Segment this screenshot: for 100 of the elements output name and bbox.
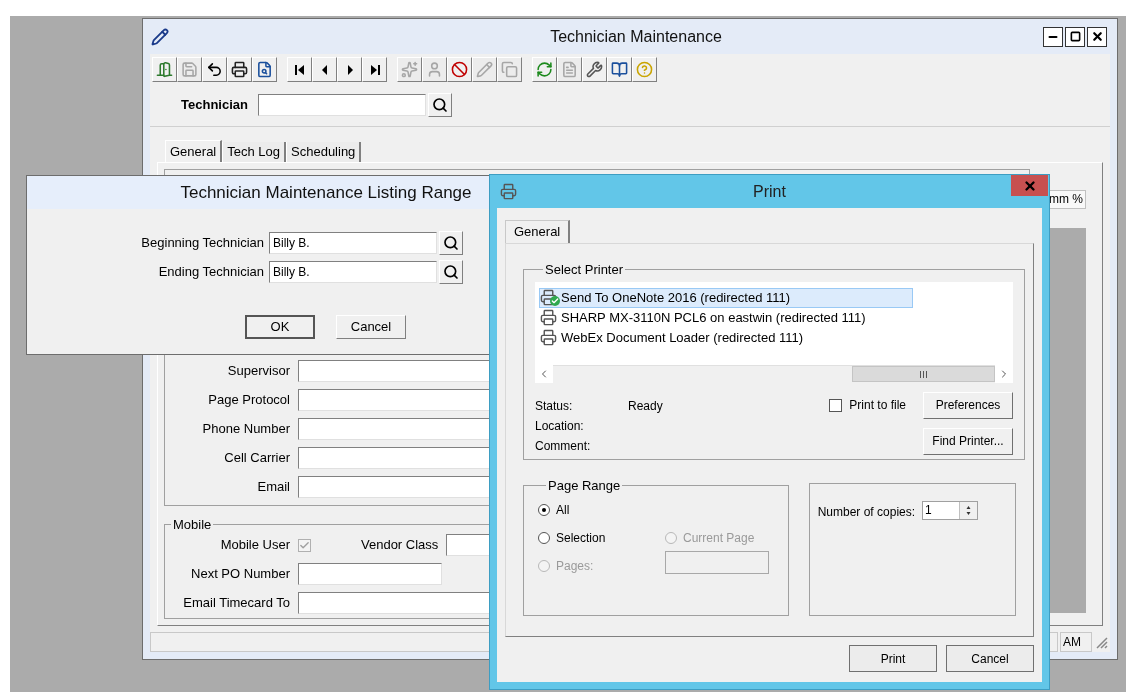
person-icon <box>426 61 443 78</box>
search-icon <box>443 235 459 251</box>
group-title: Select Printer <box>544 261 625 279</box>
dialog-title: Print <box>753 181 786 202</box>
spin-down-icon <box>966 511 972 515</box>
printer-icon <box>500 183 517 200</box>
undo-arrow-icon <box>206 61 223 78</box>
printer-list[interactable]: Send To OneNote 2016 (redirected 111) SHARP MX-3110N PCL6 on eastwin (redirected 111) WebEx Document Loader (redirected 111) <box>535 281 1013 383</box>
scrollbar-thumb[interactable] <box>852 366 995 382</box>
book-icon <box>611 61 628 78</box>
field-label: Next PO Number <box>190 565 290 584</box>
field-label: Email <box>256 477 290 496</box>
field-label: Cell Carrier <box>223 448 290 467</box>
help-icon <box>636 61 653 78</box>
input-field[interactable] <box>298 563 442 585</box>
last-record-icon <box>368 63 381 76</box>
close-icon <box>1022 178 1037 193</box>
printer-name: WebEx Document Loader (redirected 111) <box>561 328 804 347</box>
search-button[interactable] <box>427 92 452 117</box>
field-label: Beginning Technician <box>140 234 264 253</box>
toolbar-button[interactable] <box>287 57 312 82</box>
checkbox-label: Print to file <box>849 397 906 414</box>
info-label: Location: <box>535 417 585 432</box>
group-title: Page Range <box>547 476 622 495</box>
printer-item[interactable]: Send To OneNote 2016 (redirected 111) <box>539 287 913 308</box>
maximize-icon <box>1069 31 1081 42</box>
checkbox[interactable] <box>829 398 843 412</box>
toolbar-button[interactable] <box>607 57 632 82</box>
toolbar-button[interactable] <box>202 57 227 82</box>
radio-label: All <box>556 502 570 519</box>
technician-label: Technician <box>181 95 248 114</box>
tab[interactable]: Tech Log <box>222 142 286 162</box>
field-label: Mobile User <box>219 536 290 555</box>
field-label: Ending Technician <box>157 263 264 282</box>
pages-field[interactable] <box>665 551 769 574</box>
radio-label: Pages: <box>556 558 594 575</box>
search-icon <box>431 96 448 113</box>
status-time: AM <box>1060 632 1092 652</box>
wrench-icon <box>586 61 603 78</box>
resize-grip-icon <box>1094 635 1108 649</box>
pencil-icon <box>476 61 493 78</box>
printer-item[interactable]: SHARP MX-3110N PCL6 on eastwin (redirected 111) <box>539 307 913 328</box>
toolbar-button[interactable] <box>227 57 252 82</box>
field-label: Email Timecard To <box>182 594 290 613</box>
refresh-icon <box>536 61 553 78</box>
save-icon <box>181 61 198 78</box>
dialog-title: Technician Maintenance Listing Range <box>180 181 472 204</box>
field-label: Phone Number <box>201 419 290 438</box>
check-icon <box>299 539 310 551</box>
search-button[interactable] <box>439 260 463 284</box>
maximize-button[interactable] <box>1065 26 1085 47</box>
close-button[interactable] <box>1087 26 1107 47</box>
toolbar-button[interactable] <box>252 57 277 82</box>
field-label: Page Protocol <box>207 390 290 409</box>
copy-icon <box>501 61 518 78</box>
printer-item[interactable]: WebEx Document Loader (redirected 111) <box>539 327 913 348</box>
field-label: Vendor Class <box>361 536 439 555</box>
radio-label: Selection <box>556 530 606 547</box>
radio-button[interactable] <box>538 504 550 516</box>
minimize-button[interactable] <box>1043 26 1063 47</box>
printer-icon <box>231 61 248 78</box>
toolbar-button[interactable] <box>362 57 387 82</box>
toolbar-button[interactable] <box>582 57 607 82</box>
sparkle-icon <box>401 61 418 78</box>
tab[interactable]: Scheduling <box>286 142 362 162</box>
field-label: Supervisor <box>226 361 290 380</box>
radio-button[interactable] <box>538 532 550 544</box>
search-button[interactable] <box>439 231 463 255</box>
toolbar-button[interactable] <box>312 57 337 82</box>
tab[interactable]: General <box>165 140 223 162</box>
first-record-icon <box>293 63 306 76</box>
window-title: Technician Maintenance <box>549 26 723 47</box>
toolbar-button[interactable] <box>337 57 362 82</box>
radio-label: Current Page <box>683 530 755 547</box>
group-title: Mobile <box>172 515 213 534</box>
document-icon <box>561 61 578 78</box>
dialog-button[interactable]: Find Printer... <box>923 427 1013 455</box>
info-label: Status: <box>535 397 574 412</box>
prohibited-icon <box>451 61 468 78</box>
printer-name: SHARP MX-3110N PCL6 on eastwin (redirected 111) <box>561 308 866 327</box>
toolbar-button[interactable] <box>447 57 472 82</box>
close-icon <box>1090 30 1104 43</box>
copies-spinner[interactable]: 1 <box>922 500 979 520</box>
info-value: Ready <box>628 397 663 412</box>
app-icon <box>151 27 169 46</box>
exit-door-icon <box>156 61 173 78</box>
input-field[interactable] <box>257 93 426 116</box>
input-field[interactable]: Billy B. <box>269 261 437 283</box>
dialog-button[interactable]: Print <box>849 645 937 672</box>
input-field[interactable]: Billy B. <box>269 232 437 254</box>
dialog-button[interactable]: Cancel <box>946 645 1034 672</box>
dialog-button[interactable]: Cancel <box>336 315 406 339</box>
dialog-button[interactable]: Preferences <box>923 391 1013 419</box>
dialog-button[interactable]: OK <box>245 315 315 339</box>
info-label: Comment: <box>535 437 592 452</box>
horizontal-scrollbar[interactable] <box>535 364 1013 383</box>
tab[interactable]: General <box>505 220 571 243</box>
spin-up-icon <box>966 505 972 509</box>
copies-label: Number of copies: <box>817 503 916 521</box>
print-preview-icon <box>256 61 273 78</box>
